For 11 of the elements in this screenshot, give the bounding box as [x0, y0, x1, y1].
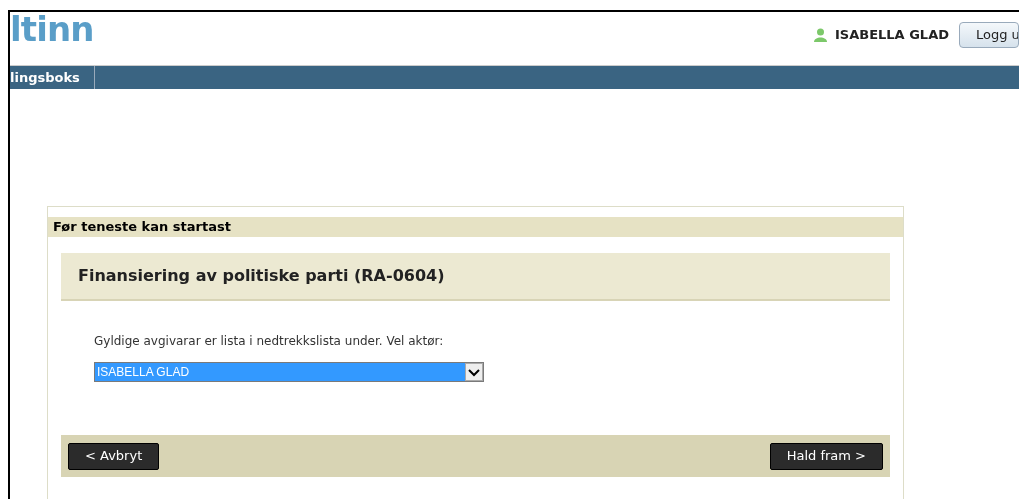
dropdown-caret-icon [465, 363, 483, 381]
nav-tab[interactable]: lingsboks [10, 66, 95, 89]
cancel-button[interactable]: < Avbryt [68, 442, 160, 470]
continue-button[interactable]: Hald fram > [769, 442, 883, 470]
logout-button[interactable]: Logg u [959, 22, 1019, 48]
user-icon [814, 27, 827, 42]
instruction-text: Gyldige avgivarar er lista i nedtrekkslista under. Vel aktør: [94, 333, 445, 350]
logo-text: ltinn [10, 12, 94, 46]
service-title: Finansiering av politiske parti (RA-0604) [78, 265, 445, 287]
dialog-title: Før teneste kan startast [48, 217, 903, 237]
user-name: ISABELLA GLAD [835, 26, 949, 44]
